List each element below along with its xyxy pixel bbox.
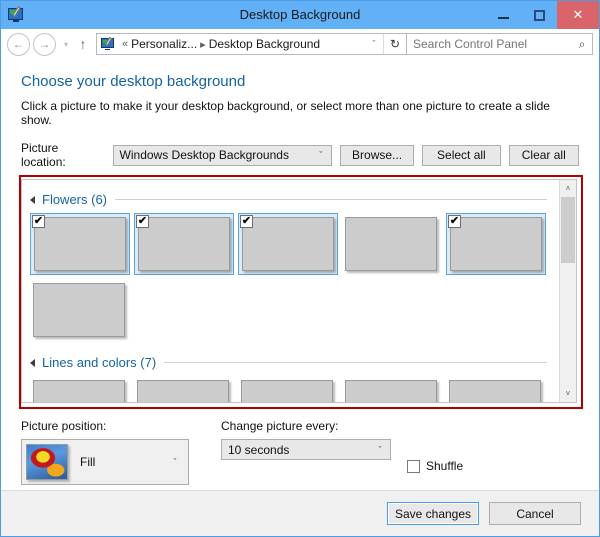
thumbnail-checkbox[interactable]: ✔ bbox=[240, 215, 253, 228]
minimize-button[interactable] bbox=[485, 1, 521, 29]
breadcrumb-leading-separator: « bbox=[122, 38, 129, 50]
bottom-controls: Picture position: Fill ˇ Change picture … bbox=[21, 419, 579, 485]
wallpaper-thumbnail-flower-2[interactable]: ✔ bbox=[134, 213, 234, 275]
thumbnail-row: ✔ ✔ ✔ ✔ bbox=[28, 213, 553, 275]
picture-location-label: Picture location: bbox=[21, 141, 66, 169]
desktop-background-window: Desktop Background ✕ ← → ▾ ↑ « Personali… bbox=[0, 0, 600, 537]
thumbnail-image bbox=[241, 380, 333, 402]
dialog-footer: Save changes Cancel bbox=[1, 490, 599, 536]
search-input[interactable] bbox=[407, 36, 572, 52]
change-picture-group: Change picture every: 10 seconds ˇ bbox=[221, 419, 391, 485]
thumbnail-image bbox=[345, 380, 437, 402]
thumbnail-checkbox[interactable]: ✔ bbox=[32, 215, 45, 228]
breadcrumb[interactable]: « Personaliz... ▸ Desktop Background ˇ ↻ bbox=[96, 33, 407, 55]
scrollbar-thumb[interactable] bbox=[561, 197, 575, 263]
main-content: Choose your desktop background Click a p… bbox=[1, 59, 599, 490]
picture-position-select[interactable]: Fill ˇ bbox=[21, 439, 189, 485]
wallpaper-thumbnail-flower-5[interactable]: ✔ bbox=[446, 213, 546, 275]
thumbnail-image bbox=[450, 217, 542, 271]
wallpaper-thumbnail-lines-3[interactable] bbox=[238, 376, 338, 402]
search-box[interactable]: ⌕ bbox=[407, 33, 593, 55]
group-header-flowers[interactable]: Flowers (6) bbox=[30, 192, 553, 207]
thumbnail-image bbox=[242, 217, 334, 271]
change-picture-value: 10 seconds bbox=[228, 442, 290, 457]
shuffle-group[interactable]: Shuffle bbox=[407, 447, 463, 485]
title-bar: Desktop Background ✕ bbox=[1, 1, 599, 29]
scroll-down-icon[interactable]: ˅ bbox=[560, 385, 576, 402]
wallpaper-thumbnail-lines-5[interactable] bbox=[446, 376, 546, 402]
recent-locations-icon[interactable]: ▾ bbox=[59, 40, 73, 49]
control-panel-icon bbox=[101, 36, 115, 50]
gallery-scrollbar[interactable]: ˄ ˅ bbox=[559, 180, 576, 402]
breadcrumb-parent[interactable]: Personaliz... bbox=[131, 37, 197, 51]
group-label: Flowers (6) bbox=[42, 192, 108, 207]
wallpaper-thumbnail-flower-4[interactable] bbox=[342, 213, 442, 275]
picture-location-select[interactable]: Windows Desktop Backgrounds ˇ bbox=[112, 144, 332, 166]
wallpaper-thumbnail-lines-1[interactable] bbox=[30, 376, 130, 402]
group-divider bbox=[115, 199, 547, 200]
picture-position-label: Picture position: bbox=[21, 419, 107, 433]
window-controls: ✕ bbox=[485, 1, 599, 29]
search-icon[interactable]: ⌕ bbox=[572, 37, 592, 52]
thumbnail-checkbox[interactable]: ✔ bbox=[136, 215, 149, 228]
forward-button[interactable]: → bbox=[33, 32, 56, 56]
thumbnail-image bbox=[33, 283, 125, 337]
up-button[interactable]: ↑ bbox=[73, 36, 93, 52]
thumbnail-image bbox=[33, 380, 125, 402]
page-title: Choose your desktop background bbox=[21, 73, 246, 90]
shuffle-checkbox[interactable] bbox=[407, 459, 420, 473]
thumbnail-image bbox=[449, 380, 541, 402]
thumbnail-image bbox=[137, 380, 229, 402]
fill-preview-icon bbox=[26, 444, 68, 480]
thumbnail-row bbox=[28, 376, 553, 402]
chevron-down-icon[interactable]: ˇ bbox=[370, 445, 390, 455]
picture-position-group: Picture position: Fill ˇ bbox=[21, 419, 201, 485]
gallery-scroll-area: Flowers (6) ✔ ✔ ✔ ✔ Lines and colors (7) bbox=[22, 180, 559, 402]
select-all-button[interactable]: Select all bbox=[422, 144, 501, 166]
back-button[interactable]: ← bbox=[7, 32, 30, 56]
scroll-up-icon[interactable]: ˄ bbox=[560, 180, 576, 197]
wallpaper-thumbnail-lines-2[interactable] bbox=[134, 376, 234, 402]
thumbnail-checkbox[interactable]: ✔ bbox=[448, 215, 461, 228]
clear-all-button[interactable]: Clear all bbox=[508, 144, 579, 166]
thumbnail-image bbox=[34, 217, 126, 271]
gallery-wrapper: Flowers (6) ✔ ✔ ✔ ✔ Lines and colors (7)… bbox=[19, 175, 583, 409]
chevron-down-icon[interactable]: ˇ bbox=[365, 39, 383, 49]
save-changes-button[interactable]: Save changes bbox=[387, 502, 479, 525]
scrollbar-track[interactable] bbox=[560, 197, 576, 385]
wallpaper-thumbnail-flower-3[interactable]: ✔ bbox=[238, 213, 338, 275]
thumbnail-row bbox=[28, 279, 553, 341]
close-button[interactable]: ✕ bbox=[557, 1, 599, 29]
address-bar: ← → ▾ ↑ « Personaliz... ▸ Desktop Backgr… bbox=[1, 29, 599, 59]
group-header-lines-and-colors[interactable]: Lines and colors (7) bbox=[30, 355, 553, 370]
chevron-down-icon[interactable]: ˇ bbox=[166, 457, 184, 467]
page-subtitle: Click a picture to make it your desktop … bbox=[21, 99, 550, 127]
refresh-icon[interactable]: ↻ bbox=[383, 34, 406, 54]
cancel-button[interactable]: Cancel bbox=[489, 502, 581, 525]
group-divider bbox=[164, 362, 547, 363]
breadcrumb-separator-icon[interactable]: ▸ bbox=[197, 38, 209, 51]
wallpaper-thumbnail-lines-4[interactable] bbox=[342, 376, 442, 402]
change-picture-select[interactable]: 10 seconds ˇ bbox=[221, 439, 391, 460]
app-icon bbox=[8, 6, 24, 23]
picture-position-value: Fill bbox=[80, 455, 96, 469]
browse-button[interactable]: Browse... bbox=[339, 144, 415, 166]
change-picture-label: Change picture every: bbox=[221, 419, 339, 433]
collapse-triangle-icon[interactable] bbox=[30, 195, 35, 204]
group-label: Lines and colors (7) bbox=[42, 355, 157, 370]
collapse-triangle-icon[interactable] bbox=[30, 358, 35, 367]
breadcrumb-current[interactable]: Desktop Background bbox=[209, 37, 320, 51]
picture-location-row: Picture location: Windows Desktop Backgr… bbox=[21, 141, 579, 169]
wallpaper-gallery: Flowers (6) ✔ ✔ ✔ ✔ Lines and colors (7)… bbox=[21, 179, 577, 403]
wallpaper-thumbnail-flower-6[interactable] bbox=[30, 279, 130, 341]
picture-location-value: Windows Desktop Backgrounds bbox=[119, 148, 289, 162]
thumbnail-image bbox=[138, 217, 230, 271]
wallpaper-thumbnail-flower-1[interactable]: ✔ bbox=[30, 213, 130, 275]
maximize-button[interactable] bbox=[521, 1, 557, 29]
chevron-down-icon[interactable]: ˇ bbox=[311, 150, 331, 160]
thumbnail-image bbox=[345, 217, 437, 271]
shuffle-label: Shuffle bbox=[426, 459, 464, 473]
